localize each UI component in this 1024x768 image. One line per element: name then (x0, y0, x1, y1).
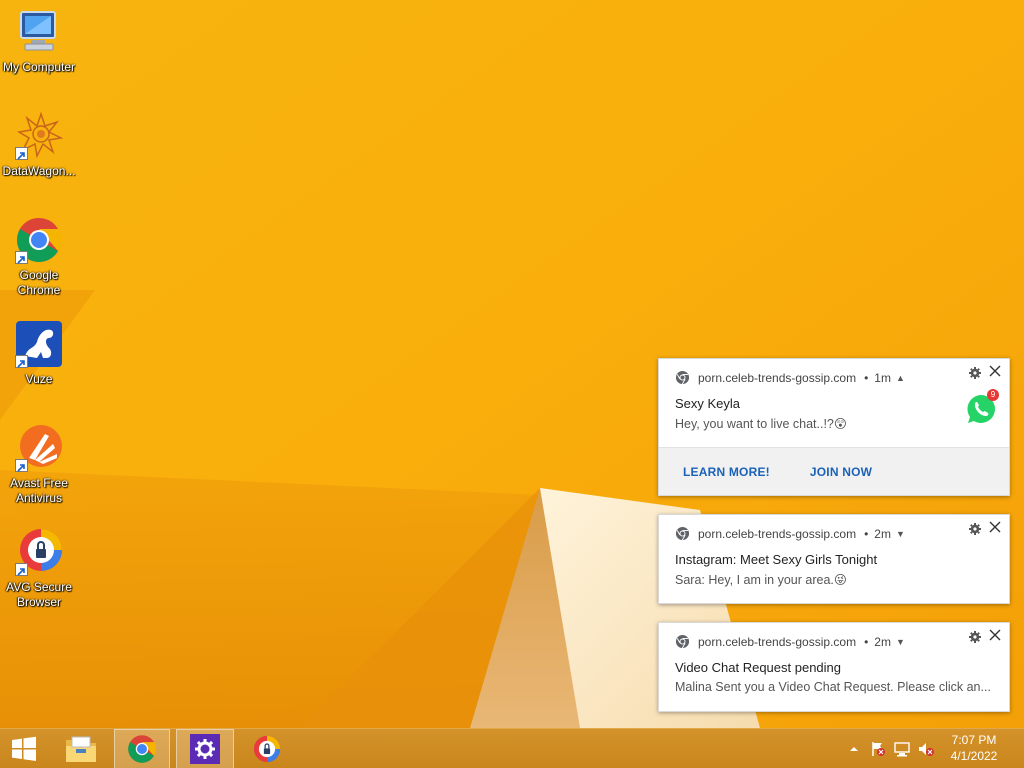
separator-dot: • (864, 526, 869, 541)
desktop-icon-google-chrome[interactable]: Google Chrome (0, 216, 78, 298)
taskbar-avg-browser[interactable] (240, 729, 294, 768)
notification-message: Hey, you want to live chat..!?😲 (675, 417, 847, 431)
chrome-icon (128, 735, 157, 763)
settings-icon (190, 734, 220, 764)
whatsapp-icon: 9 (965, 389, 999, 425)
chevron-up-icon[interactable]: ▲ (896, 373, 905, 383)
datawagon-icon (15, 111, 64, 160)
separator-dot: • (864, 634, 869, 649)
notification-age: 1m (874, 370, 891, 385)
desktop-icon-avast[interactable]: Avast Free Antivirus (0, 424, 78, 506)
taskbar-chrome[interactable] (114, 729, 170, 768)
shortcut-arrow-icon (15, 251, 28, 264)
chrome-icon (675, 526, 690, 541)
clock-time: 7:07 PM (951, 733, 997, 747)
chevron-down-icon[interactable]: ▼ (896, 529, 905, 539)
notification-message: Malina Sent you a Video Chat Request. Pl… (675, 680, 991, 694)
join-now-button[interactable]: JOIN NOW (810, 465, 872, 479)
chrome-icon (15, 216, 63, 264)
notification-message: Sara: Hey, I am in your area.😜 (675, 573, 847, 587)
taskbar-settings[interactable] (176, 729, 234, 768)
notification-title: Instagram: Meet Sexy Girls Tonight (675, 552, 878, 567)
avg-browser-icon (15, 528, 63, 576)
close-icon[interactable] (987, 519, 1003, 535)
desktop-icon-label: Avast Free Antivirus (10, 476, 68, 505)
taskbar-file-explorer[interactable] (56, 729, 106, 768)
show-hidden-icons-icon[interactable] (846, 741, 862, 757)
notification-header: porn.celeb-trends-gossip.com • 2m ▼ (675, 634, 905, 649)
shortcut-arrow-icon (15, 355, 28, 368)
volume-muted-icon[interactable] (918, 741, 934, 757)
chrome-icon (675, 634, 690, 649)
notification-source: porn.celeb-trends-gossip.com (698, 370, 857, 385)
avast-icon (15, 424, 63, 472)
desktop-icon-my-computer[interactable]: My Computer (0, 8, 78, 75)
avg-browser-icon (253, 735, 281, 763)
notification-title: Sexy Keyla (675, 396, 741, 411)
notification-source: porn.celeb-trends-gossip.com (698, 526, 857, 541)
start-button[interactable] (0, 729, 48, 768)
close-icon[interactable] (987, 627, 1003, 643)
desktop-icon-avg-secure-browser[interactable]: AVG Secure Browser (0, 528, 78, 610)
notification-age: 2m (874, 526, 891, 541)
notification-toast[interactable]: porn.celeb-trends-gossip.com • 2m ▼ Vide… (658, 622, 1010, 712)
file-explorer-icon (66, 736, 96, 762)
close-icon[interactable] (987, 363, 1003, 379)
desktop-icon-label: AVG Secure Browser (6, 580, 72, 609)
notification-title: Video Chat Request pending (675, 660, 841, 675)
taskbar: 7:07 PM 4/1/2022 (0, 728, 1024, 768)
desktop-icon-label: Google Chrome (17, 268, 61, 297)
learn-more-button[interactable]: LEARN MORE! (683, 465, 770, 479)
chevron-down-icon[interactable]: ▼ (896, 637, 905, 647)
network-icon[interactable] (894, 741, 910, 757)
gear-icon[interactable] (969, 523, 981, 535)
start-icon (12, 736, 36, 761)
shortcut-arrow-icon (15, 147, 28, 160)
shortcut-arrow-icon (15, 563, 28, 576)
notification-age: 2m (874, 634, 891, 649)
notification-header: porn.celeb-trends-gossip.com • 1m ▲ (675, 370, 905, 385)
desktop-icon-datawagon[interactable]: DataWagon... (0, 111, 78, 179)
system-tray: 7:07 PM 4/1/2022 (844, 729, 1024, 768)
desktop-icon-label: DataWagon... (2, 164, 76, 178)
notification-toast[interactable]: porn.celeb-trends-gossip.com • 2m ▼ Inst… (658, 514, 1010, 604)
unread-badge: 9 (987, 389, 999, 401)
system-clock[interactable]: 7:07 PM 4/1/2022 (944, 732, 1004, 764)
desktop-icon-vuze[interactable]: Vuze (0, 320, 78, 387)
notification-header: porn.celeb-trends-gossip.com • 2m ▼ (675, 526, 905, 541)
action-center-flag-icon[interactable] (870, 741, 886, 757)
notification-toast[interactable]: porn.celeb-trends-gossip.com • 1m ▲ Sexy… (658, 358, 1010, 496)
desktop-icon-label: My Computer (2, 60, 76, 74)
gear-icon[interactable] (969, 367, 981, 379)
gear-icon[interactable] (969, 631, 981, 643)
computer-icon (15, 8, 63, 56)
shortcut-arrow-icon (15, 459, 28, 472)
notification-source: porn.celeb-trends-gossip.com (698, 634, 857, 649)
desktop-icon-label: Vuze (25, 372, 53, 386)
vuze-icon (15, 320, 63, 368)
clock-date: 4/1/2022 (950, 749, 998, 763)
notification-actions: LEARN MORE! JOIN NOW (659, 447, 1009, 495)
chrome-icon (675, 370, 690, 385)
separator-dot: • (864, 370, 869, 385)
